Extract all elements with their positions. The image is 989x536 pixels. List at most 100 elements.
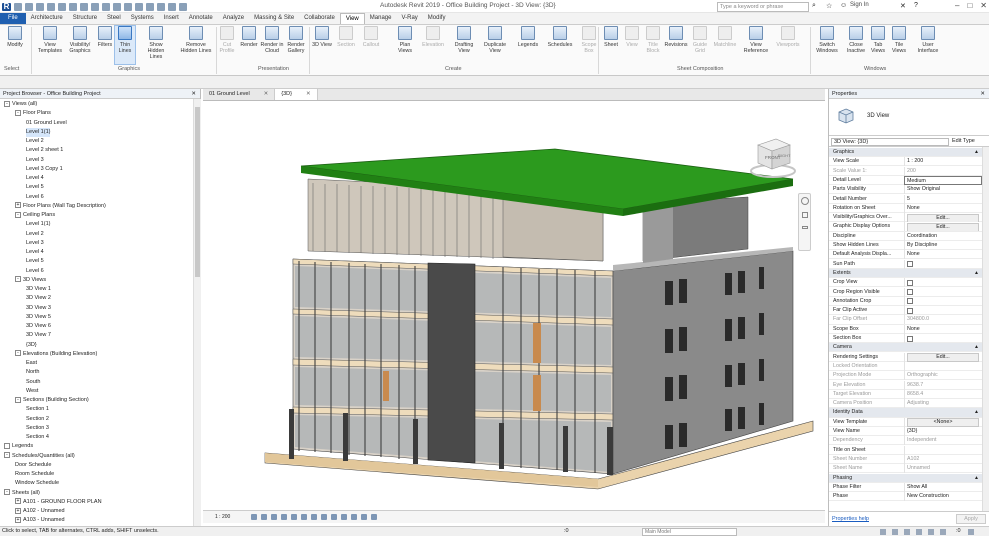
render-dialog-icon[interactable] <box>291 514 297 520</box>
browser-item[interactable]: South <box>26 378 40 387</box>
view-tab-01-ground-level[interactable]: 01 Ground Level ✕ <box>203 89 276 100</box>
property-value[interactable]: Show Original <box>904 185 982 195</box>
callout-button[interactable]: Callout <box>361 26 381 64</box>
legends-button[interactable]: Legends <box>514 26 542 64</box>
browser-item[interactable]: - Ceiling Plans <box>15 211 55 220</box>
redo-icon[interactable] <box>58 2 66 11</box>
property-value[interactable] <box>904 278 982 288</box>
browser-item[interactable]: - Elevations (Building Elevation) <box>15 350 97 359</box>
browser-item[interactable]: 3D View 6 <box>26 322 51 331</box>
apply-button[interactable]: Apply <box>956 514 986 524</box>
text-icon[interactable] <box>113 2 121 11</box>
tab-structure[interactable]: Structure <box>68 13 102 24</box>
property-value[interactable]: New Construction <box>904 492 982 502</box>
collapse-group-icon[interactable]: ▲ <box>974 408 979 417</box>
drafting-view-button[interactable]: Drafting View <box>449 26 479 64</box>
browser-item[interactable]: 3D View 2 <box>26 294 51 303</box>
sync-icon[interactable] <box>36 2 44 11</box>
tab-steel[interactable]: Steel <box>102 13 126 24</box>
sheet-button[interactable]: Sheet <box>601 26 621 64</box>
collapse-icon[interactable]: - <box>4 452 10 459</box>
sun-path-icon[interactable] <box>271 514 277 520</box>
building-model[interactable] <box>203 101 825 510</box>
property-value[interactable]: Coordination <box>904 231 982 241</box>
browser-item[interactable]: Level 3 Copy 1 <box>26 165 63 174</box>
crop-view-icon[interactable] <box>301 514 307 520</box>
browser-item[interactable]: + A102 - Unnamed <box>15 507 65 516</box>
collapse-icon[interactable]: - <box>15 276 21 283</box>
customize-qat-icon[interactable] <box>179 2 187 11</box>
tab-manage[interactable]: Manage <box>365 13 397 24</box>
property-value[interactable] <box>904 287 982 297</box>
browser-item[interactable]: {3D} <box>26 341 37 350</box>
browser-item[interactable]: Door Schedule <box>15 461 51 470</box>
property-value[interactable] <box>904 445 982 455</box>
temporary-hide-icon[interactable] <box>331 514 337 520</box>
pan-icon[interactable] <box>802 226 808 229</box>
3d-view-button[interactable]: 3D View <box>312 26 332 64</box>
property-group-extents[interactable]: Extents ▲ <box>829 268 982 279</box>
select-pinned-icon[interactable] <box>916 529 922 535</box>
browser-item[interactable]: Level 3 <box>26 156 44 165</box>
filter-icon[interactable] <box>968 529 974 535</box>
switch-windows-icon[interactable] <box>168 2 176 11</box>
sign-in-link[interactable]: Sign In <box>850 2 869 8</box>
close-icon[interactable]: ✕ <box>191 89 196 99</box>
collapse-icon[interactable]: - <box>15 350 21 357</box>
collapse-group-icon[interactable]: ▲ <box>974 343 979 352</box>
property-value[interactable] <box>904 334 982 343</box>
close-tab-icon[interactable]: ✕ <box>264 91 269 97</box>
browser-item[interactable]: Level 1(1) <box>26 220 50 229</box>
property-edit-button[interactable]: <None> <box>907 418 979 427</box>
property-value[interactable] <box>904 306 982 316</box>
properties-help-link[interactable]: Properties help <box>832 516 869 522</box>
collapse-icon[interactable]: - <box>15 109 21 116</box>
edit-type-button[interactable]: Edit Type <box>952 138 975 144</box>
view-button[interactable]: View <box>623 26 641 64</box>
duplicate-view-button[interactable]: Duplicate View <box>480 26 510 64</box>
scope-box-button[interactable]: Scope Box <box>580 26 598 64</box>
browser-item[interactable]: 3D View 1 <box>26 285 51 294</box>
tab-view[interactable]: View <box>339 13 365 24</box>
viewports-button[interactable]: Viewports <box>772 26 804 64</box>
property-value[interactable]: None <box>904 203 982 213</box>
browser-item[interactable]: Level 3 <box>26 239 44 248</box>
highlight-displacement-icon[interactable] <box>361 514 367 520</box>
tab-massing-site[interactable]: Massing & Site <box>249 13 299 24</box>
render-button[interactable]: Render <box>238 26 260 64</box>
detail-level-icon[interactable] <box>251 514 257 520</box>
3d-view-icon[interactable] <box>124 2 132 11</box>
property-value[interactable]: {3D} <box>904 427 982 436</box>
dimension-icon[interactable] <box>91 2 99 11</box>
3d-viewport[interactable]: FRONT RIGHT <box>203 101 825 510</box>
property-edit-button[interactable]: Edit... <box>907 353 979 362</box>
help-icon[interactable]: ? <box>914 2 918 9</box>
collapse-icon[interactable]: - <box>15 211 21 218</box>
collapse-group-icon[interactable]: ▲ <box>974 269 979 278</box>
search-input[interactable]: Type a keyword or phrase <box>717 2 809 12</box>
property-edit-button[interactable]: Edit... <box>907 213 979 223</box>
property-value[interactable]: None <box>904 324 982 334</box>
close-icon[interactable]: ✕ <box>980 89 985 99</box>
tab-v-ray[interactable]: V-Ray <box>396 13 422 24</box>
render-in-cloud-button[interactable]: Render in Cloud <box>260 26 284 64</box>
browser-item[interactable]: + A101 - GROUND FLOOR PLAN <box>15 498 102 507</box>
property-value[interactable]: Show All <box>904 482 982 492</box>
filters-button[interactable]: Filters <box>96 26 114 64</box>
undo-icon[interactable] <box>47 2 55 11</box>
editable-only-icon[interactable] <box>880 529 886 535</box>
remove-hidden-lines-button[interactable]: Remove Hidden Lines <box>178 26 214 64</box>
schedules-button[interactable]: Schedules <box>546 26 574 64</box>
maximize-icon[interactable]: □ <box>967 1 972 10</box>
thin-lines-icon[interactable] <box>146 2 154 11</box>
browser-item[interactable]: - Schedules/Quantities (all) <box>4 452 75 461</box>
browser-item[interactable]: West <box>26 387 38 396</box>
type-selector[interactable]: 3D View <box>829 99 989 136</box>
view-templates-button[interactable]: View Templates <box>36 26 64 64</box>
browser-item[interactable]: Section 3 <box>26 424 49 433</box>
title-block-button[interactable]: Title Block <box>643 26 663 64</box>
crop-region-icon[interactable] <box>311 514 317 520</box>
browser-item[interactable]: Level 5 <box>26 183 44 192</box>
tab-views-button[interactable]: Tab Views <box>868 26 888 64</box>
browser-item[interactable]: + Floor Plans (Wall Tag Description) <box>15 202 106 211</box>
